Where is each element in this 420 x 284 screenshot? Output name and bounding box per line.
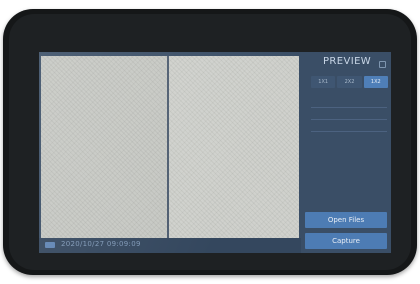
tablet-device: 2020/10/27 09:09:09 PREVIEW 1X1 2X2 1X2 (3, 9, 417, 275)
mode-2x2-tab[interactable]: 2X2 (337, 76, 362, 88)
setting-row-1[interactable] (311, 99, 387, 108)
preview-pane-right[interactable] (169, 56, 299, 238)
setting-row-2[interactable] (311, 111, 387, 120)
app-screen: 2020/10/27 09:09:09 PREVIEW 1X1 2X2 1X2 (39, 52, 391, 253)
status-bar: 2020/10/27 09:09:09 (39, 238, 301, 253)
open-files-button[interactable]: Open Files (305, 212, 387, 228)
capture-button[interactable]: Capture (305, 233, 387, 249)
mode-1x1-tab[interactable]: 1X1 (311, 76, 336, 88)
panel-title: PREVIEW (323, 56, 372, 67)
preview-pane-left[interactable] (41, 56, 167, 238)
side-panel: PREVIEW 1X1 2X2 1X2 Open Files Capture (301, 52, 391, 253)
camera-status-icon (45, 242, 55, 248)
preview-area (41, 56, 299, 238)
layout-mode-group: 1X1 2X2 1X2 (311, 76, 388, 88)
setting-row-3[interactable] (311, 123, 387, 132)
mode-1x2-tab[interactable]: 1X2 (363, 76, 388, 88)
timestamp: 2020/10/27 09:09:09 (61, 240, 141, 248)
menu-icon[interactable] (379, 61, 386, 68)
